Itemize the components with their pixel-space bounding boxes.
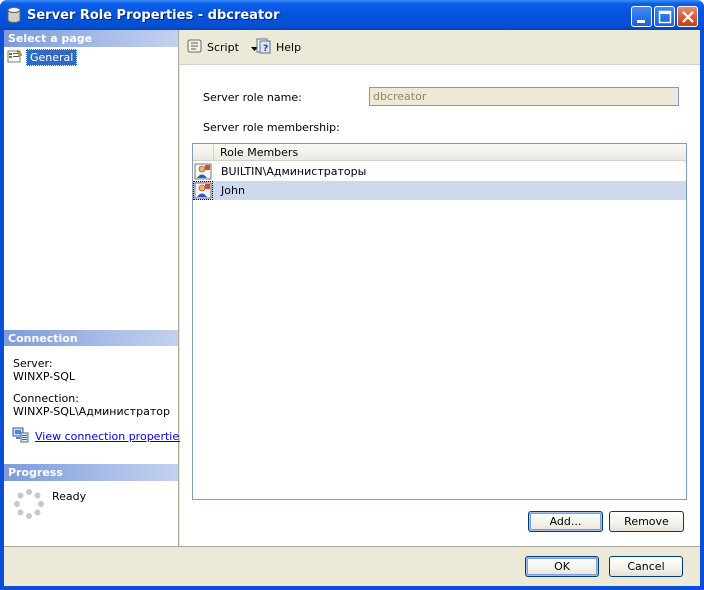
title-bar[interactable]: Server Role Properties - dbcreator [0,0,704,30]
connection-properties-icon [12,427,29,446]
grid-header-icon-column [193,144,214,160]
role-members-grid[interactable]: Role Members BUILTIN\Администраторы John [192,143,687,500]
server-label: Server: [13,357,53,370]
general-page: Server role name: dbcreator Server role … [180,65,700,546]
close-icon [682,11,694,23]
progress-status: Ready [52,490,87,503]
member-name: BUILTIN\Администраторы [221,165,367,178]
page-item-general[interactable]: General [7,48,78,67]
view-connection-link[interactable]: View connection properties [35,430,185,443]
help-icon: ? [255,38,272,57]
database-icon [7,7,21,23]
role-name-field[interactable]: dbcreator [369,87,679,106]
login-icon [193,181,213,200]
left-pane: Select a page General Connection Server:… [4,30,185,546]
footer-divider [4,546,700,547]
view-connection-properties[interactable]: View connection properties [12,427,185,446]
page-item-label: General [26,48,78,66]
table-row[interactable]: BUILTIN\Администраторы [193,162,686,181]
role-name-label: Server role name: [203,91,302,104]
dialog-client: Select a page General Connection Server:… [4,30,700,586]
progress-panel: Ready [4,481,178,546]
progress-header: Progress [4,464,178,481]
connection-panel: Server: WINXP-SQL Connection: WINXP-SQL\… [4,346,185,464]
connection-header: Connection [4,330,178,347]
close-button[interactable] [677,6,698,27]
ok-button[interactable]: OK [525,556,599,577]
script-label: Script [207,41,239,54]
script-icon [187,38,203,57]
role-members-column-header[interactable]: Role Members [220,146,298,159]
minimize-icon [637,20,645,23]
window-title: Server Role Properties - dbcreator [27,8,280,23]
role-membership-label: Server role membership: [203,121,340,134]
select-page-header: Select a page [4,30,178,47]
table-row[interactable]: John [193,181,686,200]
add-button[interactable]: Add... [528,511,603,532]
window: Server Role Properties - dbcreator Selec… [0,0,704,590]
help-label: Help [276,41,302,54]
login-icon [194,163,212,180]
maximize-icon [658,10,672,24]
grid-header: Role Members [193,144,686,161]
properties-icon [7,48,23,67]
help-button[interactable]: ? Help [255,38,301,57]
connection-value: WINXP-SQL\Администратор [13,405,170,418]
member-name: John [221,184,245,197]
connection-label: Connection: [13,392,79,405]
maximize-button[interactable] [654,6,675,27]
script-button[interactable]: Script [187,38,258,57]
svg-text:?: ? [263,44,268,54]
remove-button[interactable]: Remove [609,511,684,532]
progress-spinner-icon [13,488,45,523]
cancel-button[interactable]: Cancel [609,556,683,577]
minimize-button[interactable] [631,6,652,27]
server-value: WINXP-SQL [13,370,76,383]
